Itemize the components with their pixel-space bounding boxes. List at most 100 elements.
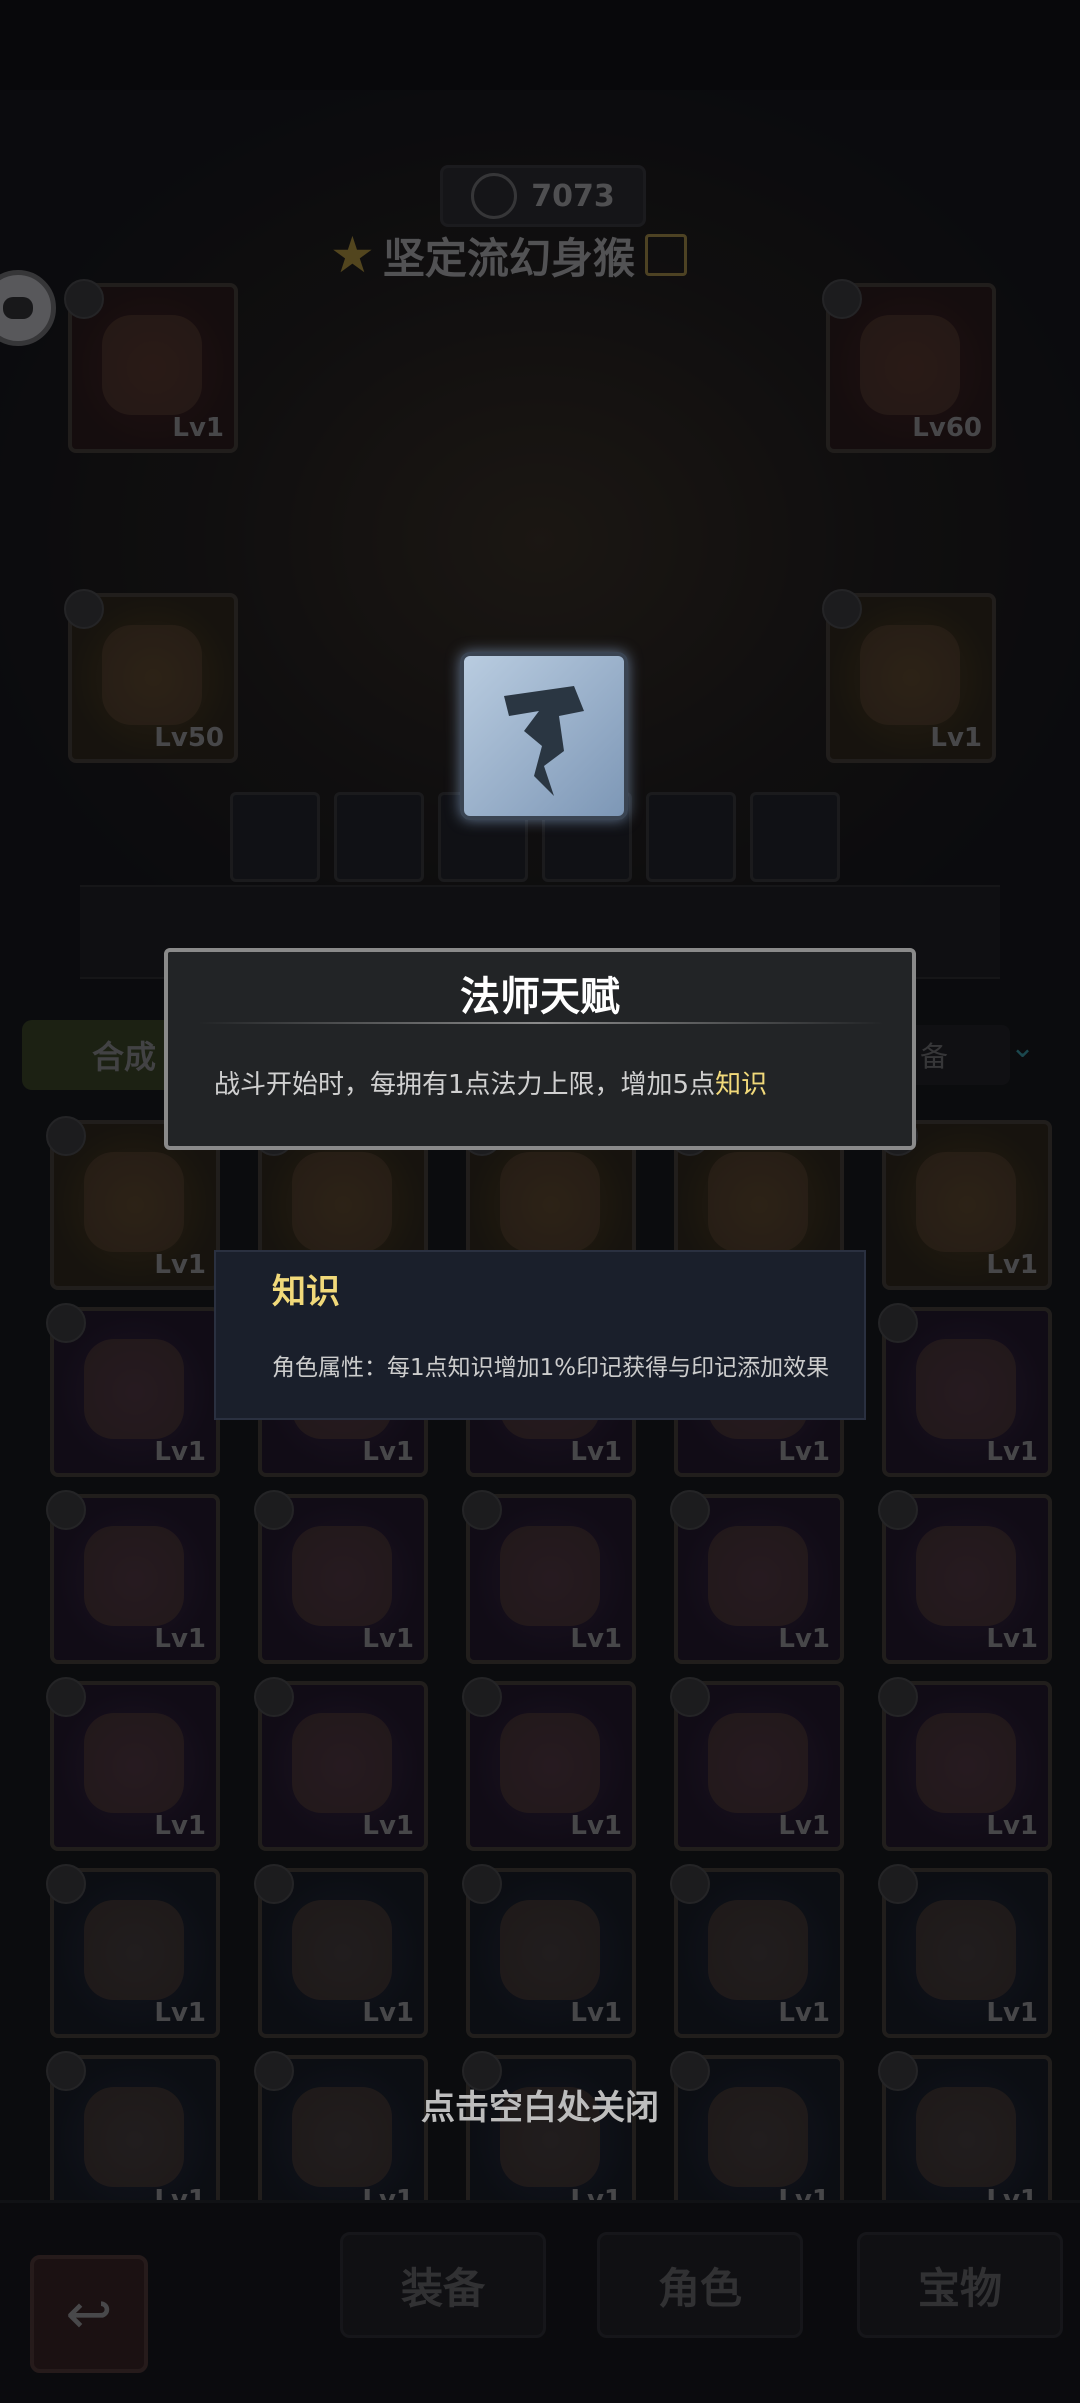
item-level: Lv1 bbox=[362, 1624, 414, 1654]
item-icon bbox=[500, 1713, 600, 1813]
inventory-row: Lv1 Lv1 Lv1 Lv1 Lv1 bbox=[46, 1677, 1052, 1851]
item-type-icon bbox=[878, 1864, 918, 1904]
item-type-icon bbox=[878, 1677, 918, 1717]
item-type-icon bbox=[46, 1864, 86, 1904]
inventory-item[interactable]: Lv1 bbox=[46, 1677, 220, 1851]
tab-treasure[interactable]: 宝物 bbox=[857, 2232, 1063, 2338]
close-hint[interactable]: 点击空白处关闭 bbox=[0, 2080, 1080, 2129]
skill-slot[interactable] bbox=[750, 792, 840, 882]
inventory-item[interactable]: Lv1 bbox=[670, 1864, 844, 2038]
item-icon bbox=[292, 1900, 392, 2000]
item-icon bbox=[84, 1152, 184, 1252]
skill-slot[interactable] bbox=[646, 792, 736, 882]
chevron-down-icon[interactable]: ⌄ bbox=[1010, 1030, 1050, 1070]
item-icon bbox=[84, 1713, 184, 1813]
item-icon bbox=[916, 1526, 1016, 1626]
keyword-link[interactable]: 知识 bbox=[715, 1070, 767, 1100]
inventory-item[interactable]: Lv1 bbox=[670, 1677, 844, 1851]
equip-slot-helmet[interactable]: Lv1 bbox=[64, 279, 238, 453]
item-type-icon bbox=[254, 1864, 294, 1904]
top-bar bbox=[0, 0, 1080, 90]
item-icon bbox=[708, 1713, 808, 1813]
slot-type-icon bbox=[64, 589, 104, 629]
item-level: Lv1 bbox=[570, 1998, 622, 2028]
item-level: Lv1 bbox=[154, 1811, 206, 1841]
item-icon bbox=[84, 1900, 184, 2000]
item-level: Lv1 bbox=[986, 1998, 1038, 2028]
talent-desc-text: 战斗开始时，每拥有1点法力上限，增加5点 bbox=[214, 1070, 716, 1100]
item-level: Lv1 bbox=[154, 1250, 206, 1280]
item-level: Lv1 bbox=[986, 1250, 1038, 1280]
item-icon bbox=[708, 1900, 808, 2000]
star-icon: ★ bbox=[330, 226, 375, 284]
item-level: Lv1 bbox=[570, 1811, 622, 1841]
hero-name: 坚定流幻身猴 bbox=[382, 233, 635, 283]
inventory-item[interactable]: Lv1 bbox=[878, 1303, 1052, 1477]
inventory-item[interactable]: Lv1 bbox=[462, 1677, 636, 1851]
slot-type-icon bbox=[822, 279, 862, 319]
skill-slot[interactable] bbox=[230, 792, 320, 882]
equip-slot-pants[interactable]: Lv60 bbox=[822, 279, 996, 453]
divider bbox=[198, 1022, 884, 1024]
item-type-icon bbox=[46, 1490, 86, 1530]
back-arrow-icon[interactable]: ↩ bbox=[30, 2255, 148, 2373]
item-type-icon bbox=[462, 1490, 502, 1530]
slot-type-icon bbox=[64, 279, 104, 319]
item-icon bbox=[500, 1152, 600, 1252]
pants-icon bbox=[860, 315, 960, 415]
item-level: Lv1 bbox=[362, 1811, 414, 1841]
item-level: Lv1 bbox=[778, 1811, 830, 1841]
item-level: Lv1 bbox=[154, 1437, 206, 1467]
inventory-row: Lv1 Lv1 Lv1 Lv1 Lv1 bbox=[46, 1864, 1052, 2038]
item-type-icon bbox=[254, 1677, 294, 1717]
item-level: Lv1 bbox=[986, 1624, 1038, 1654]
power-icon bbox=[471, 173, 518, 219]
inventory-item[interactable]: Lv1 bbox=[46, 1864, 220, 2038]
item-type-icon bbox=[462, 1677, 502, 1717]
item-type-icon bbox=[254, 1490, 294, 1530]
item-level: Lv1 bbox=[362, 1437, 414, 1467]
item-level: Lv1 bbox=[778, 1624, 830, 1654]
slot-level: Lv60 bbox=[912, 413, 982, 443]
item-level: Lv1 bbox=[778, 1998, 830, 2028]
item-level: Lv1 bbox=[778, 1437, 830, 1467]
equip-slot-weapon[interactable]: Lv1 bbox=[822, 589, 996, 763]
inventory-item[interactable]: Lv1 bbox=[878, 1677, 1052, 1851]
item-icon bbox=[500, 1526, 600, 1626]
talent-popup: 法师天赋 战斗开始时，每拥有1点法力上限，增加5点知识 bbox=[164, 948, 916, 1150]
item-level: Lv1 bbox=[362, 1998, 414, 2028]
inventory-item[interactable]: Lv1 bbox=[670, 1490, 844, 1664]
tab-character[interactable]: 角色 bbox=[597, 2232, 803, 2338]
hero-name-row: ★ 坚定流幻身猴 bbox=[330, 225, 750, 285]
item-level: Lv1 bbox=[154, 1998, 206, 2028]
skill-slot[interactable] bbox=[334, 792, 424, 882]
inventory-item[interactable]: Lv1 bbox=[254, 1864, 428, 2038]
knowledge-tooltip: 知识 角色属性：每1点知识增加1%印记获得与印记添加效果 bbox=[214, 1250, 866, 1420]
slot-level: Lv1 bbox=[930, 723, 982, 753]
item-icon bbox=[292, 1526, 392, 1626]
inventory-item[interactable]: Lv1 bbox=[462, 1864, 636, 2038]
inventory-item[interactable]: Lv1 bbox=[878, 1490, 1052, 1664]
edit-icon[interactable] bbox=[644, 234, 687, 276]
inventory-item[interactable]: Lv1 bbox=[46, 1303, 220, 1477]
inventory-item[interactable]: Lv1 bbox=[46, 1490, 220, 1664]
item-icon bbox=[84, 1339, 184, 1439]
inventory-item[interactable]: Lv1 bbox=[254, 1490, 428, 1664]
tab-equipment[interactable]: 装备 bbox=[340, 2232, 546, 2338]
talent-description: 战斗开始时，每拥有1点法力上限，增加5点知识 bbox=[214, 1064, 767, 1101]
power-value: 7073 bbox=[531, 178, 615, 214]
item-icon bbox=[500, 1900, 600, 2000]
slot-type-icon bbox=[822, 589, 862, 629]
item-type-icon bbox=[46, 1303, 86, 1343]
inventory-item[interactable]: Lv1 bbox=[254, 1677, 428, 1851]
item-level: Lv1 bbox=[570, 1624, 622, 1654]
inventory-item[interactable]: Lv1 bbox=[462, 1490, 636, 1664]
item-icon bbox=[708, 1152, 808, 1252]
item-icon bbox=[916, 1900, 1016, 2000]
inventory-item[interactable]: Lv1 bbox=[878, 1864, 1052, 2038]
equip-slot-boots[interactable]: Lv50 bbox=[64, 589, 238, 763]
item-icon bbox=[916, 1152, 1016, 1252]
knowledge-description: 角色属性：每1点知识增加1%印记获得与印记添加效果 bbox=[272, 1355, 830, 1381]
item-type-icon bbox=[670, 1490, 710, 1530]
item-icon bbox=[84, 1526, 184, 1626]
